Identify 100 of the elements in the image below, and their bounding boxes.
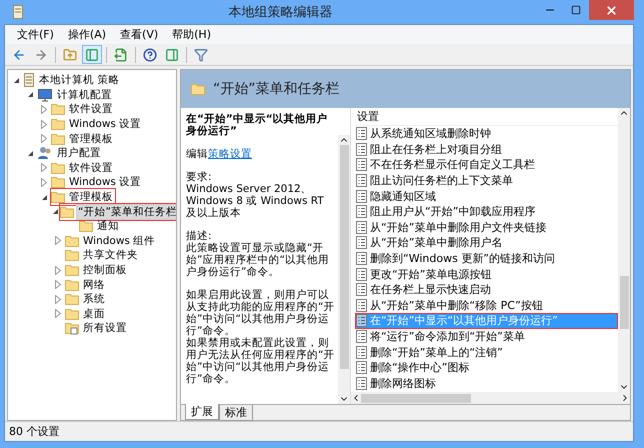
collapsed-arrow-icon[interactable] bbox=[55, 294, 61, 304]
scroll-icon bbox=[23, 73, 35, 88]
folder-icon bbox=[65, 278, 79, 291]
setting-row[interactable]: 阻止在任务栏上对项目分组 bbox=[355, 142, 618, 158]
policy-page-icon bbox=[356, 205, 367, 218]
tree-item[interactable]: 软件设置 bbox=[67, 101, 115, 118]
description-text: 如果启用此设置，则用户可以从支持此功能的应用程序的“开始”中访问“以其他用户身份运行”命令。 bbox=[186, 289, 335, 337]
tree-item[interactable]: Windows 设置 bbox=[67, 116, 144, 132]
tree-item[interactable]: 本地计算机 策略 bbox=[37, 72, 122, 88]
tree-item[interactable]: 网络 bbox=[81, 276, 107, 293]
menu-item[interactable]: 操作(A) bbox=[62, 27, 112, 42]
policy-page-icon bbox=[356, 220, 367, 234]
scrollbar-thumb[interactable] bbox=[340, 145, 348, 370]
menu-item[interactable]: 文件(F) bbox=[11, 27, 60, 42]
collapsed-arrow-icon[interactable] bbox=[55, 280, 61, 290]
description-text: 要求: bbox=[186, 171, 213, 183]
folder-icon bbox=[51, 118, 65, 130]
setting-row[interactable]: 从“开始”菜单中删除“移除 PC”按钮 bbox=[355, 298, 618, 314]
tree-item[interactable]: 通知 bbox=[95, 218, 121, 234]
policy-page-icon bbox=[356, 190, 367, 203]
folder-icon bbox=[51, 191, 65, 204]
folder-up-icon bbox=[63, 48, 77, 62]
tree-item[interactable]: Windows 设置 bbox=[67, 174, 144, 190]
scrollbar-thumb[interactable] bbox=[620, 276, 628, 330]
computer-icon bbox=[37, 88, 53, 102]
policy-page-icon bbox=[356, 298, 367, 312]
tree-item[interactable]: 管理模板 bbox=[67, 130, 115, 147]
policy-page-icon bbox=[356, 252, 367, 266]
folder-icon bbox=[65, 293, 79, 306]
menu-item[interactable]: 查看(V) bbox=[114, 27, 164, 42]
tree-item[interactable]: 共享文件夹 bbox=[81, 247, 140, 264]
collapsed-arrow-icon[interactable] bbox=[55, 236, 61, 246]
setting-row[interactable]: 隐藏通知区域 bbox=[355, 188, 618, 204]
policy-page-icon bbox=[356, 268, 367, 281]
tree-item[interactable]: 计算机配置 bbox=[55, 86, 114, 103]
horizontal-scrollbar[interactable] bbox=[351, 392, 630, 404]
vertical-scrollbar[interactable] bbox=[338, 135, 350, 404]
description-text: 此策略设置可显示或隐藏“开始”应用程序栏中的“以其他用户身份运行”命令。 bbox=[186, 242, 330, 278]
policy-page-icon bbox=[356, 236, 367, 250]
policy-page-icon bbox=[356, 376, 367, 390]
setting-row[interactable]: 阻止用户从“开始”中卸载应用程序 bbox=[355, 204, 618, 220]
tab[interactable]: 标准 bbox=[219, 405, 253, 421]
setting-row[interactable]: 从系统通知区域删除时钟 bbox=[355, 126, 618, 142]
maximize-icon bbox=[571, 5, 581, 15]
collapsed-arrow-icon[interactable] bbox=[41, 120, 47, 129]
setting-row[interactable]: 阻止访问任务栏的上下文菜单 bbox=[355, 172, 618, 188]
setting-row[interactable]: 删除网络图标 bbox=[355, 376, 618, 392]
description-text: 描述: bbox=[186, 230, 213, 242]
setting-row[interactable]: 在任务栏上显示快速启动 bbox=[355, 282, 618, 298]
collapsed-arrow-icon[interactable] bbox=[55, 266, 61, 275]
policy-page-icon bbox=[356, 283, 367, 296]
tab[interactable]: 扩展 bbox=[185, 404, 219, 420]
tree-item[interactable]: 管理模板 bbox=[67, 189, 115, 206]
setting-row[interactable]: 删除“开始”菜单上的“注销” bbox=[355, 344, 618, 360]
folder-icon bbox=[51, 103, 65, 116]
expanded-arrow-icon[interactable] bbox=[26, 150, 34, 157]
policy-page-icon bbox=[356, 330, 367, 344]
vertical-scrollbar[interactable] bbox=[618, 108, 630, 392]
close-button[interactable] bbox=[589, 0, 634, 20]
tree-item[interactable]: 系统 bbox=[81, 291, 107, 308]
tree-item[interactable]: 控制面板 bbox=[81, 262, 129, 278]
setting-row[interactable]: 从“开始”菜单中删除用户文件夹链接 bbox=[355, 220, 618, 236]
setting-row[interactable]: 删除到“Windows 更新”的链接和访问 bbox=[355, 250, 618, 266]
expanded-arrow-icon[interactable] bbox=[12, 76, 20, 84]
policy-page-icon bbox=[356, 127, 367, 140]
folder-icon bbox=[65, 264, 79, 276]
tree-item[interactable]: 桌面 bbox=[81, 306, 107, 322]
setting-row[interactable]: 将“运行”命令添加到“开始”菜单 bbox=[355, 328, 618, 344]
folder-icon bbox=[60, 206, 74, 218]
collapsed-arrow-icon[interactable] bbox=[41, 104, 47, 114]
help-icon bbox=[143, 48, 157, 62]
tree-item[interactable]: 所有设置 bbox=[81, 320, 129, 336]
setting-row[interactable]: 从“开始”菜单中删除用户名 bbox=[355, 235, 618, 251]
setting-row[interactable]: 不在任务栏显示任何自定义工具栏 bbox=[355, 157, 618, 173]
collapsed-arrow-icon[interactable] bbox=[55, 309, 61, 318]
tree-item[interactable]: 用户配置 bbox=[55, 145, 103, 162]
policy-page-icon bbox=[356, 142, 367, 156]
tree-item[interactable]: 软件设置 bbox=[67, 160, 115, 176]
export-icon bbox=[114, 48, 128, 62]
folder-icon bbox=[51, 162, 65, 174]
collapsed-arrow-icon[interactable] bbox=[41, 134, 47, 144]
policy-page-icon bbox=[356, 314, 367, 328]
expanded-arrow-icon[interactable] bbox=[26, 91, 34, 98]
collapsed-arrow-icon[interactable] bbox=[41, 163, 47, 172]
policy-page-icon bbox=[356, 158, 367, 172]
tree-item[interactable]: Windows 组件 bbox=[81, 232, 158, 249]
folder-icon bbox=[65, 308, 79, 320]
expanded-arrow-icon[interactable] bbox=[52, 208, 59, 216]
description-text: 如果禁用或未配置此设置，则用户无法从任何应用程序的“开始”中访问“以其他用户身份运行”命令。 bbox=[186, 337, 335, 385]
setting-row[interactable]: 更改“开始”菜单电源按钮 bbox=[355, 266, 618, 282]
users-icon bbox=[37, 146, 53, 160]
menu-item[interactable]: 帮助(H) bbox=[166, 27, 217, 42]
expanded-arrow-icon[interactable] bbox=[40, 194, 48, 201]
column-header[interactable]: 设置 bbox=[355, 108, 618, 126]
panel-left-icon bbox=[85, 48, 99, 62]
setting-row[interactable]: 删除“操作中心”图标 bbox=[355, 360, 618, 376]
filter-icon bbox=[194, 48, 208, 62]
collapsed-arrow-icon[interactable] bbox=[41, 178, 47, 187]
folder-icon bbox=[191, 83, 205, 95]
policy-settings-link[interactable]: 策略设置 bbox=[208, 148, 252, 160]
